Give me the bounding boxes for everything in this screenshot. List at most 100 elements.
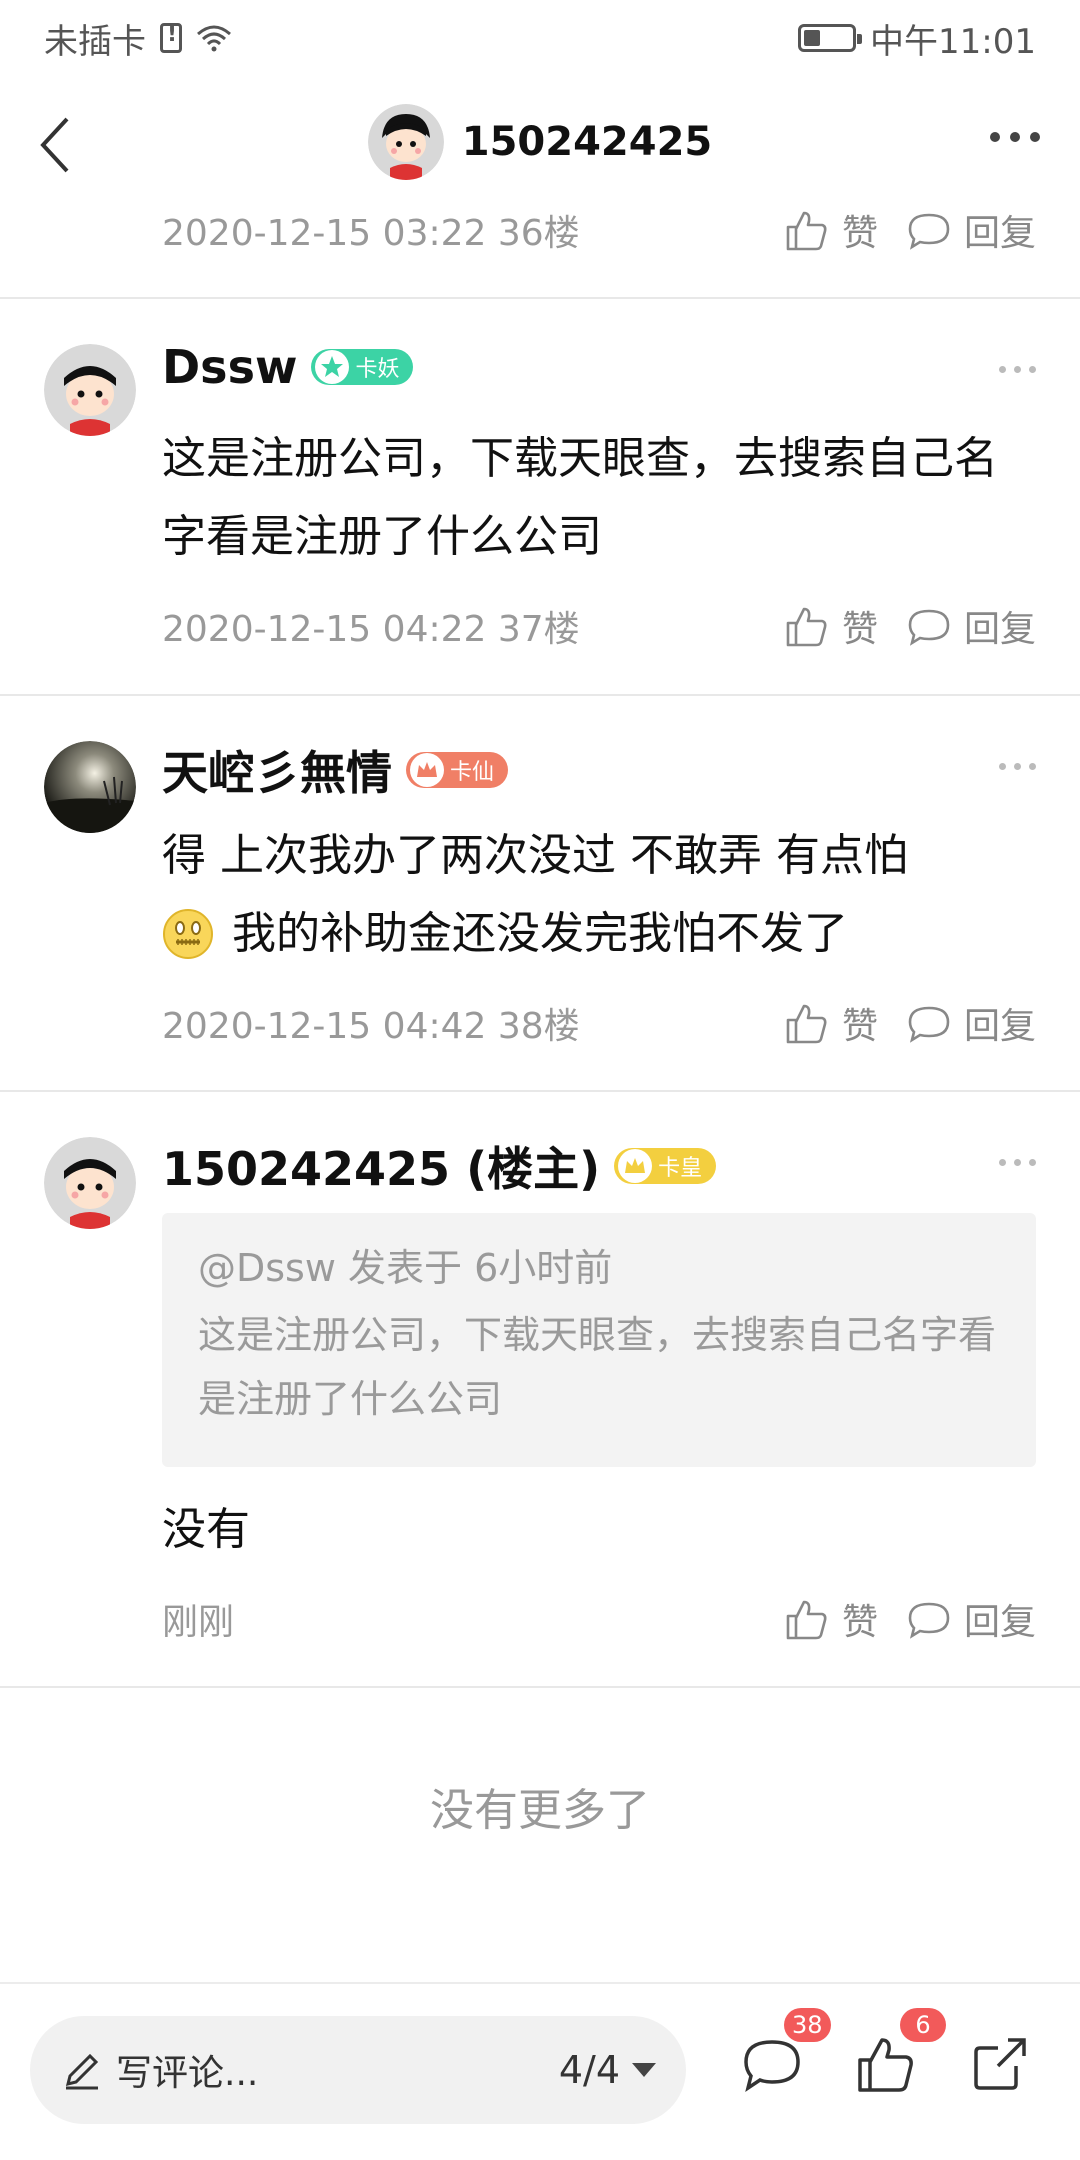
thumbs-up-icon xyxy=(858,2038,913,2092)
menu-dot-icon xyxy=(1014,763,1021,770)
speech-bubble-icon xyxy=(908,609,950,646)
pencil-icon xyxy=(65,2053,99,2090)
post-meta-row: 2020-12-15 04:42 38楼 赞 回复 xyxy=(162,993,1036,1053)
level-badge-label: 卡皇 xyxy=(658,1156,703,1181)
like-button[interactable]: 赞 xyxy=(784,1593,878,1645)
no-sim-icon xyxy=(160,22,182,53)
reply-button[interactable]: 回复 xyxy=(906,600,1036,652)
avatar[interactable] xyxy=(367,104,444,180)
share-button[interactable] xyxy=(968,2032,1032,2096)
post-body-line: 我的补助金还没发完我怕不发了 xyxy=(232,908,848,959)
post-meta-row: 2020-12-15 03:22 36楼 赞 回复 xyxy=(162,200,1036,260)
menu-dot-icon xyxy=(1029,1159,1036,1166)
post-37: Dssw 卡妖 这是注册公司，下载天眼查，去搜索自己名字看是注册了什么公司 20… xyxy=(0,298,1080,694)
reply-label: 回复 xyxy=(963,609,1036,650)
post-body: 这是注册公司，下载天眼查，去搜索自己名字看是注册了什么公司 xyxy=(162,433,998,562)
username[interactable]: 天崆彡無情 xyxy=(162,737,392,803)
menu-dot-icon xyxy=(999,1159,1006,1166)
star-icon xyxy=(315,350,350,384)
comment-bubble-icon xyxy=(744,2040,800,2092)
more-dot-icon xyxy=(990,132,1000,142)
quoted-reply[interactable]: @Dssw 发表于 6小时前 这是注册公司，下载天眼查，去搜索自己名字看是注册了… xyxy=(162,1213,1036,1467)
like-button[interactable]: 赞 xyxy=(784,997,878,1049)
level-badge-label: 卡妖 xyxy=(355,357,400,382)
status-left: 未插卡 xyxy=(44,14,232,63)
avatar[interactable] xyxy=(44,1137,136,1229)
reply-button[interactable]: 回复 xyxy=(906,1593,1036,1645)
likes-count-badge: 6 xyxy=(900,2008,946,2042)
post-op-reply: 150242425 (楼主) 卡皇 @Dssw 发表于 6小时前 这是注册公司，… xyxy=(0,1091,1080,1687)
status-right: 中午11:01 xyxy=(798,14,1036,63)
username[interactable]: 150242425 (楼主) xyxy=(162,1133,600,1199)
page-title: 150242425 xyxy=(461,119,713,165)
speech-bubble-icon xyxy=(908,213,950,250)
menu-dot-icon xyxy=(999,366,1006,373)
thumbs-up-icon xyxy=(786,607,827,647)
post-actions: 赞 回复 xyxy=(784,1593,1036,1645)
post-actions: 赞 回复 xyxy=(784,600,1036,652)
menu-dot-icon xyxy=(1029,366,1036,373)
more-dot-icon xyxy=(1010,132,1020,142)
crown-icon xyxy=(618,1149,653,1183)
post-menu-button[interactable] xyxy=(999,366,1036,373)
avatar[interactable] xyxy=(44,741,136,833)
like-label: 赞 xyxy=(841,213,878,254)
menu-dot-icon xyxy=(1014,366,1021,373)
like-button[interactable]: 赞 xyxy=(784,204,878,256)
header-center: 150242425 xyxy=(0,104,1080,180)
post-meta: 2020-12-15 03:22 36楼 xyxy=(162,213,580,254)
post-menu-button[interactable] xyxy=(999,763,1036,770)
carrier-label: 未插卡 xyxy=(44,21,146,62)
battery-icon xyxy=(798,24,863,52)
divider xyxy=(0,1686,1080,1688)
post-body: 没有 xyxy=(162,1504,250,1555)
header: 150242425 xyxy=(0,76,1080,216)
comments-button[interactable]: 38 xyxy=(740,2008,831,2096)
thread-detail-screen: 未插卡 中午11:01 xyxy=(0,0,1080,2160)
post-actions: 赞 回复 xyxy=(784,204,1036,256)
level-badge-label: 卡仙 xyxy=(450,760,495,785)
caret-down-icon[interactable] xyxy=(632,2063,656,2077)
post-meta-row: 2020-12-15 04:22 37楼 赞 回复 xyxy=(162,596,1036,656)
reply-label: 回复 xyxy=(963,1006,1036,1047)
reply-button[interactable]: 回复 xyxy=(906,204,1036,256)
post-header: Dssw 卡妖 xyxy=(162,340,414,394)
comment-placeholder: 写评论... xyxy=(116,2053,259,2094)
post-body-line: 得 上次我办了两次没过 不敢弄 有点怕 xyxy=(162,830,908,881)
quote-header: @Dssw 发表于 6小时前 xyxy=(198,1246,613,1290)
status-bar: 未插卡 中午11:01 xyxy=(0,0,1080,76)
post-actions: 赞 回复 xyxy=(784,997,1036,1049)
like-thread-button[interactable]: 6 xyxy=(854,2008,946,2096)
menu-dot-icon xyxy=(1029,763,1036,770)
like-label: 赞 xyxy=(841,609,878,650)
comments-count-badge: 38 xyxy=(784,2008,831,2042)
wifi-icon xyxy=(197,25,231,52)
level-badge: 卡皇 xyxy=(614,1148,717,1184)
speech-bubble-icon xyxy=(908,1006,950,1043)
avatar[interactable] xyxy=(44,344,136,436)
post-meta: 刚刚 xyxy=(162,1602,235,1643)
post-meta: 2020-12-15 04:42 38楼 xyxy=(162,1006,580,1047)
post-header: 天崆彡無情 卡仙 xyxy=(162,737,509,803)
thumbs-up-icon xyxy=(786,211,827,251)
like-label: 赞 xyxy=(841,1006,878,1047)
post-body-line-with-emoji: 我的补助金还没发完我怕不发了 xyxy=(162,895,1036,973)
no-more-indicator: 没有更多了 xyxy=(430,1785,650,1836)
page-indicator[interactable]: 4/4 xyxy=(559,2048,620,2092)
post-body: 得 上次我办了两次没过 不敢弄 有点怕 我的补助金还没发完我怕不发了 xyxy=(162,817,1036,973)
post-meta: 2020-12-15 04:22 37楼 xyxy=(162,609,580,650)
level-badge: 卡妖 xyxy=(311,349,414,385)
zipper-mouth-emoji-icon xyxy=(163,909,213,959)
reply-button[interactable]: 回复 xyxy=(906,997,1036,1049)
level-badge: 卡仙 xyxy=(406,752,509,788)
more-options-button[interactable] xyxy=(990,132,1040,142)
bottom-bar: 写评论... 4/4 38 6 xyxy=(0,1982,1080,2160)
post-header: 150242425 (楼主) 卡皇 xyxy=(162,1133,717,1199)
reply-label: 回复 xyxy=(963,1602,1036,1643)
username[interactable]: Dssw xyxy=(162,340,297,394)
post-38: 天崆彡無情 卡仙 得 上次我办了两次没过 不敢弄 有点怕 我的补助金还没发完我怕… xyxy=(0,695,1080,1091)
comment-input[interactable]: 写评论... 4/4 xyxy=(30,2016,686,2124)
thumbs-up-icon xyxy=(786,1600,827,1640)
like-button[interactable]: 赞 xyxy=(784,600,878,652)
post-menu-button[interactable] xyxy=(999,1159,1036,1166)
